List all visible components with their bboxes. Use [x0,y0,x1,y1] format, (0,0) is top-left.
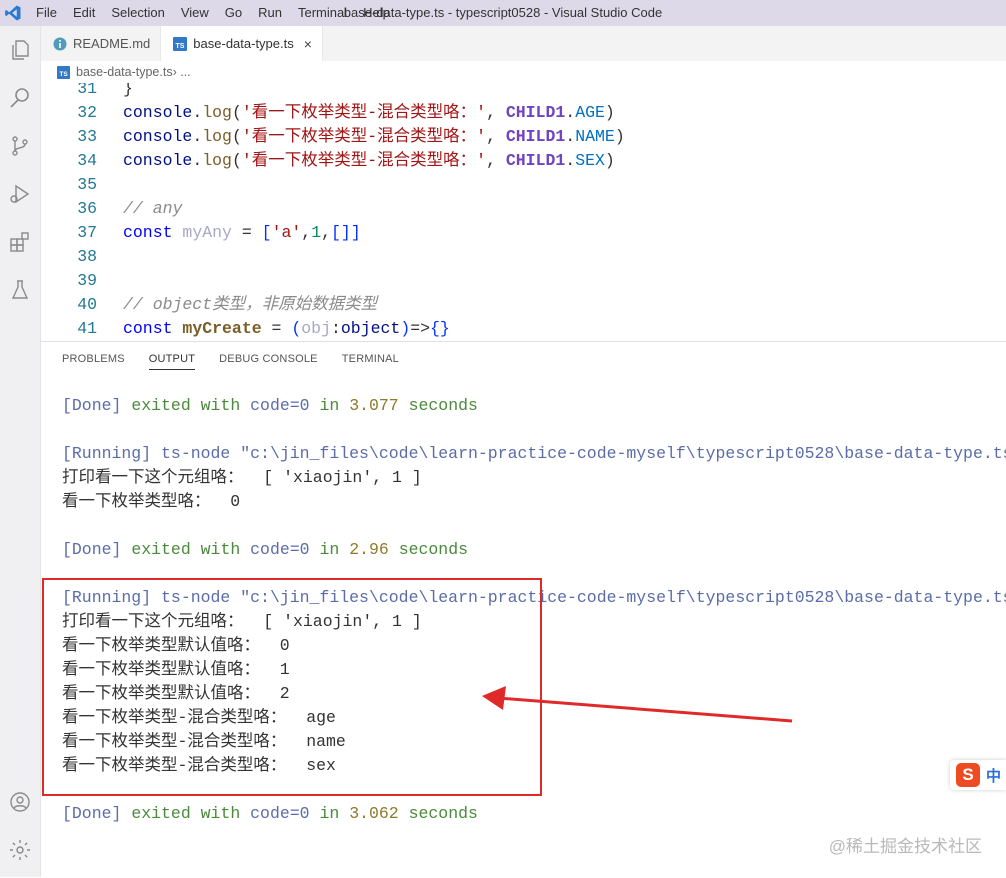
tab-problems[interactable]: PROBLEMS [62,342,125,376]
title-bar: File Edit Selection View Go Run Terminal… [0,0,1006,26]
tab-label: base-data-type.ts [193,36,294,51]
output-line: [Running] ts-node "c:\jin_files\code\lea… [62,444,1006,463]
output-line: 看一下枚举类型咯： 0 [62,492,241,511]
menu-selection[interactable]: Selection [103,0,172,26]
source-control-icon[interactable] [0,126,40,166]
tab-debug-console[interactable]: DEBUG CONSOLE [219,342,318,376]
tab-base-data-type[interactable]: TS base-data-type.ts × [161,26,323,61]
menu-terminal[interactable]: Terminal [290,0,355,26]
menu-edit[interactable]: Edit [65,0,103,26]
explorer-icon[interactable] [0,30,40,70]
menu-file[interactable]: File [26,0,65,26]
output-line: [Done] exited with code=0 in 3.077 secon… [62,396,478,415]
code-text: // any [123,199,183,218]
line-number: 36 [77,199,97,218]
extensions-icon[interactable] [0,222,40,262]
output-line: [Done] exited with code=0 in 3.062 secon… [62,804,478,823]
tab-terminal[interactable]: TERMINAL [342,342,399,376]
account-icon[interactable] [0,782,40,822]
ime-toolbar[interactable]: S 中 [950,760,1006,790]
run-debug-icon[interactable] [0,174,40,214]
vscode-logo-icon [0,0,26,26]
code-text: const myCreate = (obj:object)=>{} [123,319,450,338]
line-number: 31 [77,83,97,98]
svg-text:TS: TS [176,43,185,50]
settings-gear-icon[interactable] [0,830,40,870]
breadcrumb-more[interactable]: › ... [173,65,191,79]
breadcrumb-file[interactable]: base-data-type.ts [76,65,173,79]
svg-text:TS: TS [59,71,68,78]
code-text: } [123,83,133,98]
watermark: @稀土掘金技术社区 [828,837,982,856]
menu-view[interactable]: View [173,0,217,26]
tab-label: README.md [73,36,151,51]
line-number: 38 [77,247,97,266]
line-number: 32 [77,103,97,122]
ts-file-icon: TS [173,36,188,51]
code-text: // object类型，非原始数据类型 [123,295,378,314]
output-line: [Done] exited with code=0 in 2.96 second… [62,540,469,559]
close-icon[interactable]: × [304,36,312,52]
line-number: 40 [77,295,97,314]
code-text: console.log('看一下枚举类型-混合类型咯：', CHILD1.SEX… [123,151,615,170]
tab-readme[interactable]: README.md [41,26,162,61]
output-line: 打印看一下这个元组咯： [ 'xiaojin', 1 ] [62,468,422,487]
editor-tabs: README.md TS base-data-type.ts × [41,26,1006,61]
line-number: 35 [77,175,97,194]
ime-mode-label: 中 [986,767,1002,785]
testing-icon[interactable] [0,270,40,310]
menu-run[interactable]: Run [250,0,290,26]
breadcrumb: TS base-data-type.ts › ... [41,61,1006,83]
code-text: console.log('看一下枚举类型-混合类型咯：', CHILD1.NAM… [123,127,625,146]
code-text: console.log('看一下枚举类型-混合类型咯：', CHILD1.AGE… [123,103,615,122]
menu-go[interactable]: Go [217,0,250,26]
line-number: 41 [77,319,97,338]
activity-bar [0,26,41,877]
code-editor[interactable]: 31} 32 console.log('看一下枚举类型-混合类型咯：', CHILD… [41,83,1006,341]
ts-file-icon: TS [57,65,70,79]
sogou-icon: S [956,763,980,787]
annotation-arrow-icon [482,686,793,723]
line-number: 37 [77,223,97,242]
info-icon [53,37,67,51]
highlight-box [42,578,542,796]
menu-bar: File Edit Selection View Go Run Terminal… [26,0,398,26]
line-number: 34 [77,151,97,170]
line-number: 33 [77,127,97,146]
line-number: 39 [77,271,97,290]
code-text: const myAny = ['a',1,[]] [123,223,361,242]
panel-tabs: PROBLEMS OUTPUT DEBUG CONSOLE TERMINAL [62,342,423,376]
search-icon[interactable] [0,78,40,118]
menu-help[interactable]: Help [355,0,398,26]
tab-output[interactable]: OUTPUT [148,342,196,376]
